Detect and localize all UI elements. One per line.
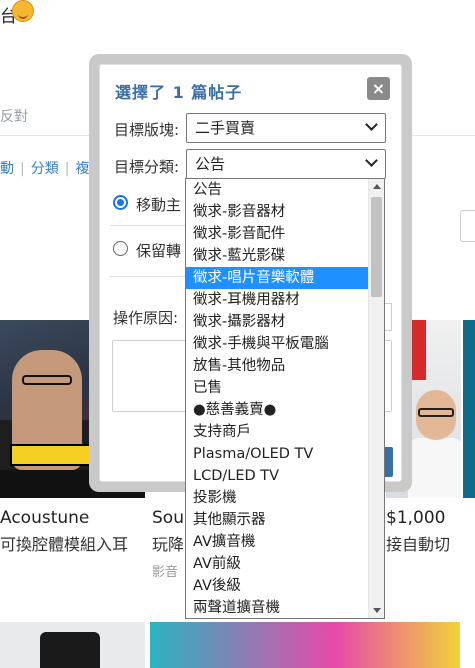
post-thumbnail[interactable] xyxy=(0,622,145,668)
emoji-icon xyxy=(12,0,34,22)
keep-redirect-radio[interactable] xyxy=(113,241,128,256)
dropdown-option[interactable]: 投影機 xyxy=(186,487,369,509)
board-select-value: 二手買賣 xyxy=(195,119,256,137)
dropdown-option[interactable]: AV擴音機 xyxy=(186,531,369,553)
dropdown-option[interactable]: Plasma/OLED TV xyxy=(186,443,369,465)
dropdown-option[interactable]: 徵求-攝影器材 xyxy=(186,311,369,333)
move-radio-label[interactable]: 移動主 xyxy=(136,194,181,215)
dropdown-option[interactable]: 徵求-手機與平板電腦 xyxy=(186,333,369,355)
category-select[interactable]: 公告 xyxy=(186,149,386,179)
category-dropdown-list[interactable]: 公告 徵求-影音器材 徵求-影音配件 徵求-藍光影碟 徵求-唱片音樂軟體 徵求-耳機用器材… xyxy=(185,178,385,619)
post-title[interactable]: $1,000 xyxy=(386,508,445,528)
post-thumbnail[interactable] xyxy=(150,622,460,668)
toolbar-item[interactable]: 動 xyxy=(0,161,14,177)
dropdown-option[interactable]: 徵求-影音器材 xyxy=(186,201,369,223)
chevron-down-icon xyxy=(365,118,378,131)
post-subtitle[interactable]: 可換腔體模組入耳 xyxy=(0,531,128,555)
dropdown-option[interactable]: 兩聲道擴音機 xyxy=(186,597,369,618)
dropdown-option[interactable]: 徵求-唱片音樂軟體 xyxy=(186,267,369,289)
scroll-up-icon[interactable] xyxy=(373,184,381,189)
reason-label: 操作原因: xyxy=(113,309,179,327)
dropdown-option[interactable]: LCD/LED TV xyxy=(186,465,369,487)
dropdown-option[interactable]: 其他顯示器 xyxy=(186,509,369,531)
dropdown-option[interactable]: 支持商戶 xyxy=(186,421,369,443)
dropdown-option[interactable]: 已售 xyxy=(186,377,369,399)
toolbar-item[interactable]: 分類 xyxy=(31,161,59,177)
post-toolbar: 動|分類|複製 xyxy=(0,158,103,178)
camera-icon xyxy=(40,632,100,668)
confirm-button[interactable] xyxy=(385,447,393,477)
post-title[interactable]: Sou xyxy=(152,508,184,528)
dropdown-options: 公告 徵求-影音器材 徵求-影音配件 徵求-藍光影碟 徵求-唱片音樂軟體 徵求-耳機用器材… xyxy=(186,179,369,618)
dropdown-option[interactable]: ●慈善義賣● xyxy=(186,399,369,421)
post-subtitle[interactable]: 接自動切 xyxy=(386,531,450,555)
post-title[interactable]: Acoustune xyxy=(0,508,89,528)
category-select-value: 公告 xyxy=(195,155,226,173)
dropdown-option[interactable]: 放售-其他物品 xyxy=(186,355,369,377)
dropdown-option[interactable]: 徵求-耳機用器材 xyxy=(186,289,369,311)
dropdown-option[interactable]: 徵求-影音配件 xyxy=(186,223,369,245)
scroll-down-icon[interactable] xyxy=(373,608,381,613)
dialog-title: 選擇了 1 篇帖子 xyxy=(115,83,243,102)
dropdown-option[interactable]: AV後級 xyxy=(186,575,369,597)
category-label: 目標分類: xyxy=(114,158,180,176)
dropdown-scrollbar[interactable] xyxy=(368,179,384,618)
board-select[interactable]: 二手買賣 xyxy=(186,113,386,143)
close-icon[interactable]: × xyxy=(367,77,390,100)
dropdown-option[interactable]: AV前級 xyxy=(186,553,369,575)
post-meta: 影音 xyxy=(152,565,179,580)
post-thumbnail[interactable] xyxy=(463,320,475,498)
chevron-down-icon xyxy=(365,154,378,167)
board-label: 目標版塊: xyxy=(114,121,180,139)
post-subtitle[interactable]: 玩降 xyxy=(152,531,184,555)
move-radio[interactable] xyxy=(113,195,128,210)
oppose-link[interactable]: 反對 xyxy=(0,106,28,126)
dropdown-option[interactable]: 公告 xyxy=(186,179,369,201)
keep-redirect-label[interactable]: 保留轉 xyxy=(136,240,181,261)
background-control[interactable] xyxy=(460,210,475,242)
scrollbar-thumb[interactable] xyxy=(371,197,382,297)
dropdown-option[interactable]: 徵求-藍光影碟 xyxy=(186,245,369,267)
